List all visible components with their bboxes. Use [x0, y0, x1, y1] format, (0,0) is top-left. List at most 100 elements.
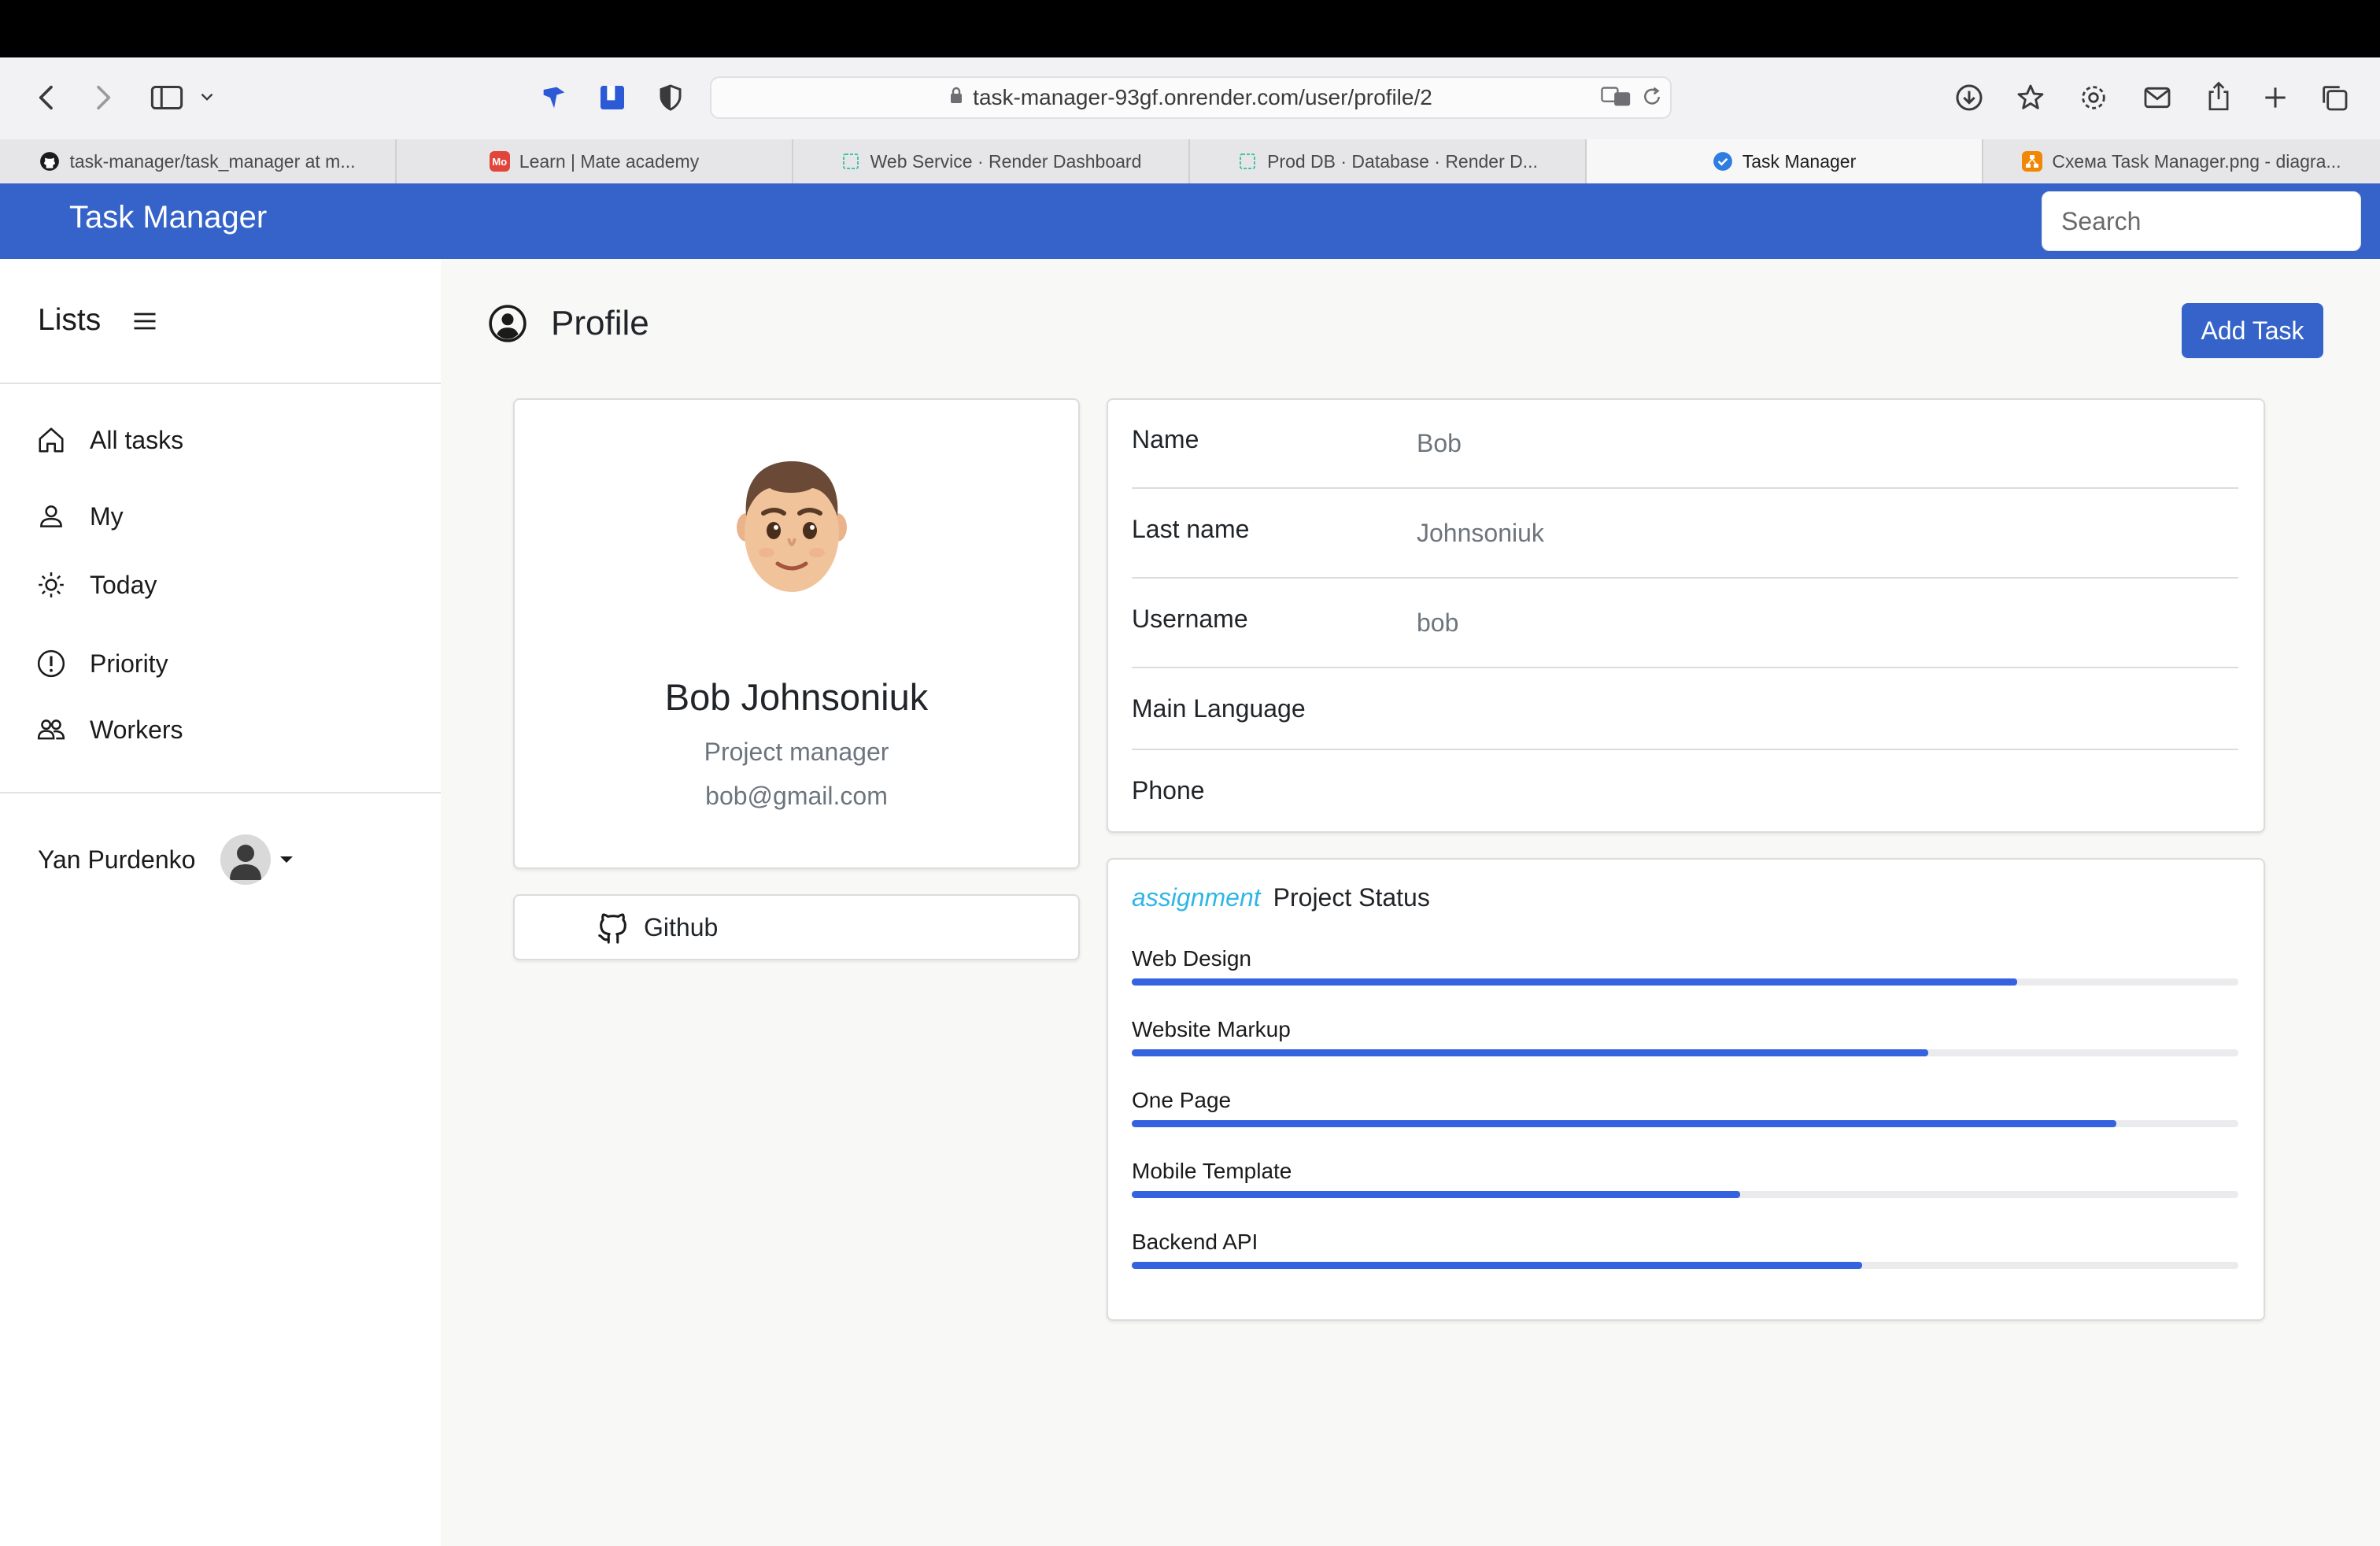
download-icon[interactable]	[1953, 82, 1985, 113]
sidebar-divider	[0, 383, 441, 384]
project-status-title: assignment Project Status	[1132, 883, 1430, 912]
sidebar-item-today[interactable]: Today	[36, 570, 157, 600]
sidebar-item-workers[interactable]: Workers	[36, 715, 183, 745]
shield-icon[interactable]	[656, 82, 685, 113]
project-label: Website Markup	[1132, 1017, 1291, 1041]
add-task-button[interactable]: Add Task	[2182, 303, 2323, 358]
tab-label: Prod DB · Database · Render D...	[1267, 150, 1538, 172]
sidebar-item-my[interactable]: My	[36, 501, 124, 531]
browser-tab[interactable]: task-manager/task_manager at m...	[0, 139, 397, 183]
info-label-phone: Phone	[1132, 776, 1205, 804]
info-label-username: Username	[1132, 605, 1248, 633]
user-icon	[40, 505, 62, 527]
mail-icon[interactable]	[2141, 82, 2174, 113]
extension-bird-icon[interactable]	[538, 82, 570, 113]
project-progress-fill	[1132, 1262, 1862, 1269]
github-link[interactable]: Github	[513, 894, 1080, 960]
info-label-main-language: Main Language	[1132, 694, 1306, 723]
project-label: One Page	[1132, 1088, 1232, 1112]
info-value-last-name: Johnsoniuk	[1417, 519, 1544, 547]
brand-link[interactable]: Task Manager	[69, 200, 267, 235]
browser-tab[interactable]: Схема Task Manager.png - diagra...	[1983, 139, 2380, 183]
app-navbar	[0, 183, 2380, 259]
sidebar-toggle-icon[interactable]	[150, 82, 184, 113]
profile-info-card	[1107, 398, 2265, 833]
info-label-last-name: Last name	[1132, 515, 1250, 543]
tab-bar: task-manager/task_manager at m... Mo Lea…	[0, 139, 2380, 183]
gear-icon[interactable]	[2078, 82, 2109, 113]
search-input[interactable]	[2042, 191, 2361, 251]
sidebar-item-priority[interactable]: Priority	[36, 649, 168, 679]
back-icon[interactable]	[31, 82, 63, 113]
project-progress-fill	[1132, 1049, 1929, 1056]
url-text: task-manager-93gf.onrender.com/user/prof…	[973, 85, 1432, 109]
github-label: Github	[644, 912, 719, 941]
project-label: Web Design	[1132, 946, 1252, 971]
github-icon	[598, 913, 626, 944]
github-icon	[39, 151, 60, 172]
profile-full-name: Bob Johnsoniuk	[664, 676, 929, 718]
tab-label: Web Service · Render Dashboard	[870, 150, 1142, 172]
sidebar-item-all-tasks[interactable]: All tasks	[36, 425, 183, 455]
user-menu[interactable]: Yan Purdenko	[38, 834, 294, 885]
project-progress-fill	[1132, 1120, 2117, 1127]
sidebar-item-label: Today	[90, 570, 157, 599]
render-icon	[841, 151, 861, 172]
new-tab-icon[interactable]	[2260, 82, 2290, 113]
profile-avatar	[732, 452, 852, 598]
project-progress-bar	[1132, 1191, 2238, 1198]
profile-email: bob@gmail.com	[705, 782, 888, 810]
project-progress-bar	[1132, 1120, 2238, 1127]
hamburger-icon[interactable]	[131, 307, 159, 339]
exclamation-circle-icon	[37, 649, 65, 678]
user-name: Yan Purdenko	[38, 845, 196, 874]
avatar	[220, 834, 272, 885]
share-icon[interactable]	[2204, 80, 2234, 113]
star-icon[interactable]	[2015, 82, 2046, 113]
caret-down-icon	[280, 856, 294, 863]
tab-label: Схема Task Manager.png - diagra...	[2052, 150, 2341, 172]
project-progress-bar	[1132, 1262, 2238, 1269]
address-bar[interactable]: task-manager-93gf.onrender.com/user/prof…	[710, 76, 1672, 119]
browser-tab[interactable]: Web Service · Render Dashboard	[793, 139, 1190, 183]
tab-label: Task Manager	[1742, 150, 1857, 172]
extension-bookmark-icon[interactable]	[597, 82, 628, 113]
sun-icon	[39, 572, 64, 597]
info-divider	[1132, 667, 2238, 668]
reload-icon[interactable]	[1640, 85, 1664, 109]
tab-label: task-manager/task_manager at m...	[69, 150, 356, 172]
browser-tab[interactable]: Mo Learn | Mate academy	[397, 139, 793, 183]
project-progress-bar	[1132, 1049, 2238, 1056]
mate-academy-icon: Mo	[489, 151, 510, 172]
drawio-icon	[2022, 151, 2043, 172]
user-circle-icon	[489, 305, 527, 342]
project-progress-fill	[1132, 978, 2017, 986]
info-value-username: bob	[1417, 608, 1459, 637]
sidebar-item-label: My	[90, 501, 124, 531]
project-status-heading: Project Status	[1273, 883, 1430, 912]
lock-icon	[949, 85, 963, 110]
assignment-icon: assignment	[1132, 883, 1261, 912]
check-circle-icon	[1713, 151, 1733, 172]
render-icon	[1237, 151, 1258, 172]
profile-role: Project manager	[704, 738, 889, 766]
forward-icon[interactable]	[87, 82, 118, 113]
translate-icon[interactable]	[1601, 85, 1632, 109]
sidebar-item-label: Workers	[90, 715, 183, 744]
tab-overview-icon[interactable]	[2319, 82, 2350, 113]
browser-tab[interactable]: Prod DB · Database · Render D...	[1190, 139, 1587, 183]
sidebar-item-label: Priority	[90, 649, 168, 678]
info-divider	[1132, 487, 2238, 489]
info-divider	[1132, 577, 2238, 579]
os-top-bar	[0, 0, 2380, 57]
project-label: Mobile Template	[1132, 1159, 1292, 1183]
project-progress-bar	[1132, 978, 2238, 986]
project-label: Backend API	[1132, 1230, 1258, 1254]
sidebar-title: Lists	[38, 303, 102, 337]
page-title-text: Profile	[551, 304, 649, 342]
project-status-card	[1107, 858, 2265, 1321]
browser-tab-active[interactable]: Task Manager	[1587, 139, 1983, 183]
chevron-down-icon[interactable]	[197, 87, 217, 107]
home-icon	[39, 427, 64, 453]
tab-label: Learn | Mate academy	[519, 150, 700, 172]
